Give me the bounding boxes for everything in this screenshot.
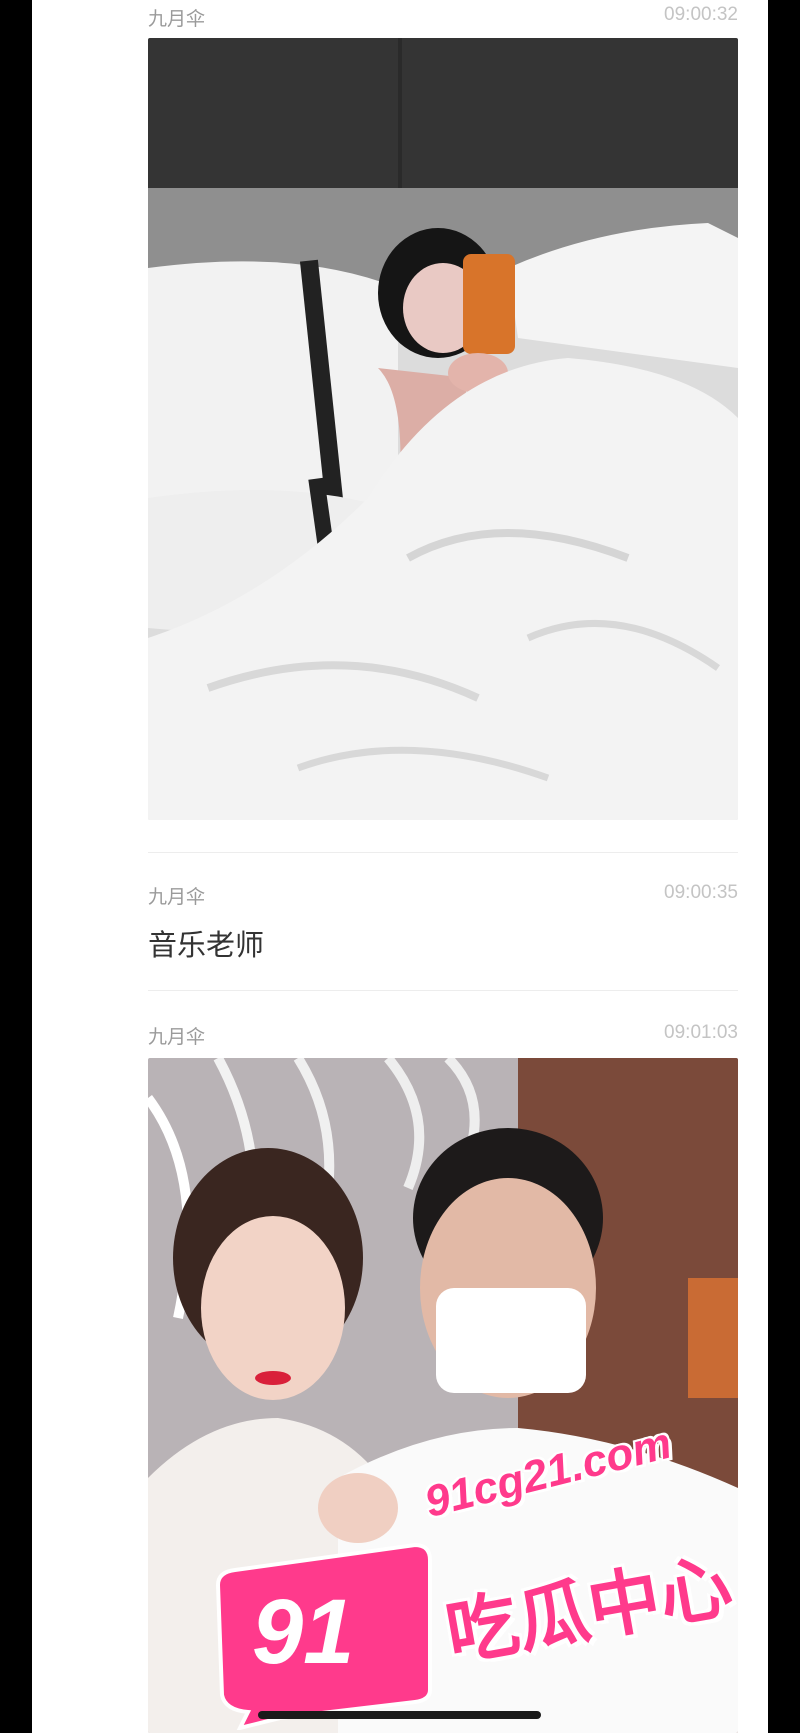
message-image-bed-selfie[interactable]	[148, 38, 738, 820]
message-meta: 九月伞 09:01:03	[148, 1022, 738, 1050]
chat-history-panel: 九月伞 09:00:32 九月伞 09:00:35 音乐老师 九月伞 09:01…	[32, 0, 768, 1733]
message-divider	[148, 852, 738, 853]
home-indicator[interactable]	[258, 1711, 541, 1719]
bed-selfie-image	[148, 38, 738, 820]
message-text: 音乐老师	[148, 930, 265, 962]
message-time: 09:00:32	[664, 4, 738, 25]
watermark-badge-text: 91	[252, 1581, 355, 1683]
message-divider	[148, 990, 738, 991]
message-time: 09:01:03	[664, 1022, 738, 1043]
sender-name: 九月伞	[148, 9, 206, 30]
message-time: 09:00:35	[664, 882, 738, 903]
sender-name: 九月伞	[148, 1027, 206, 1048]
message-meta: 九月伞 09:00:35	[148, 882, 738, 910]
message-meta: 九月伞 09:00:32	[148, 4, 738, 32]
sender-name: 九月伞	[148, 887, 206, 908]
